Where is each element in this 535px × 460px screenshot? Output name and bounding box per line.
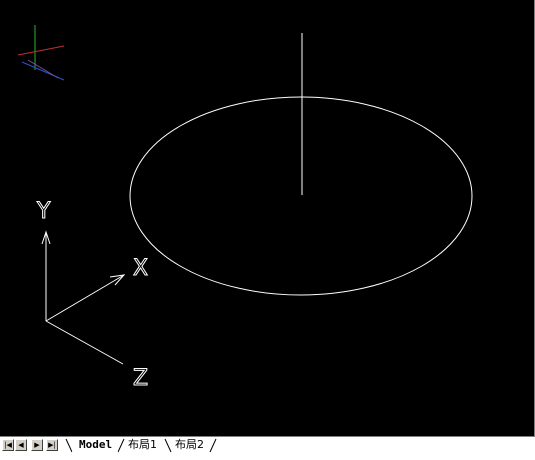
drawing-canvas[interactable]: Y X Z [0,0,535,436]
tab-divider [65,438,73,453]
ucs-z-axis [45,320,124,365]
gizmo-diagonal [27,59,59,79]
ucs-x-axis [45,274,125,322]
gizmo-x-axis [17,45,65,56]
tab-divider [164,438,172,453]
ucs-x-label: X [133,256,148,281]
ucs-icon: Y X Z [36,199,149,392]
tab-layout2[interactable]: 布局2 [175,438,204,452]
ellipse-entity[interactable] [129,96,473,296]
ucs-y-label: Y [36,199,51,224]
cad-application: Y X Z |◀ ◀ ▶ ▶| Model 布局1 布局2 [0,0,535,460]
skip-first-icon[interactable]: |◀ [2,439,14,451]
ucs-z-label: Z [133,366,148,391]
drawing-svg[interactable]: Y X Z [0,0,535,436]
layout-tab-bar: |◀ ◀ ▶ ▶| Model 布局1 布局2 [0,436,535,460]
tab-model[interactable]: Model [79,438,112,452]
tab-layout1[interactable]: 布局1 [128,438,157,452]
tab-divider [209,438,217,453]
prev-icon[interactable]: ◀ [15,439,27,451]
view-orientation-gizmo [17,25,65,81]
skip-last-icon[interactable]: ▶| [46,439,58,451]
tab-divider [117,438,125,453]
next-icon[interactable]: ▶ [31,439,43,451]
